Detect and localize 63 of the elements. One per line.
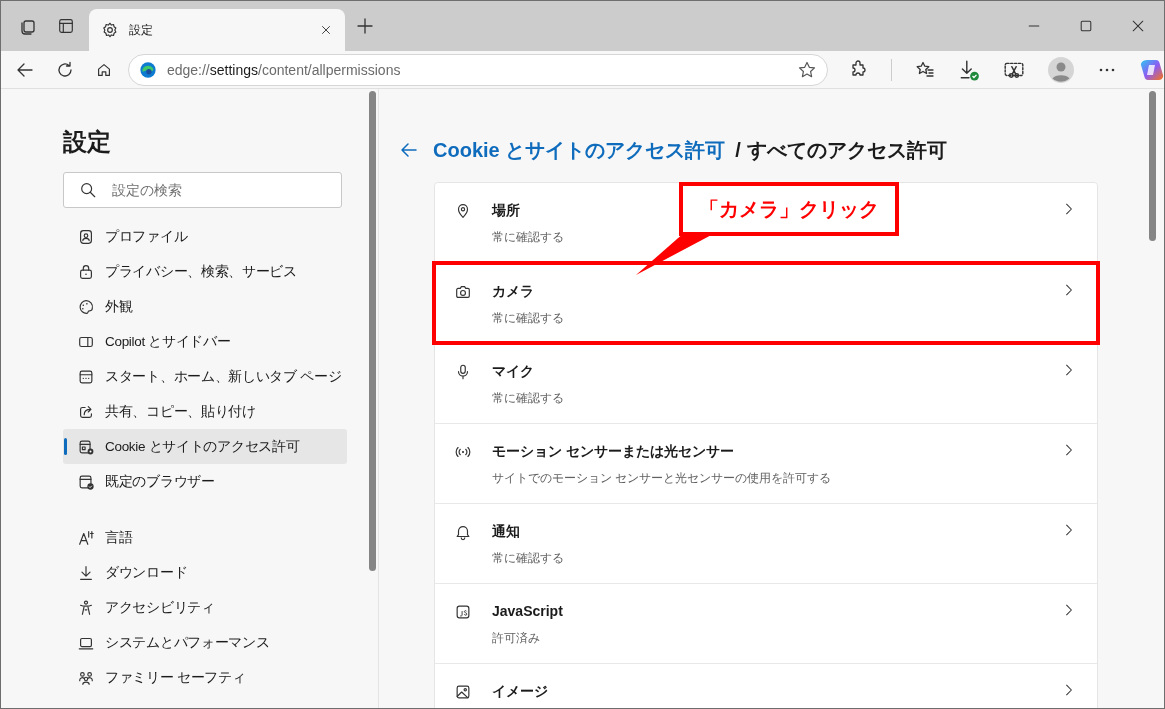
refresh-icon[interactable] bbox=[55, 59, 75, 80]
image-icon bbox=[454, 683, 472, 701]
sidebar-item[interactable]: 言語 bbox=[63, 520, 347, 555]
profile-avatar-icon[interactable] bbox=[1048, 56, 1074, 83]
sidebar-item[interactable]: ダウンロード bbox=[63, 555, 347, 590]
edge-logo-icon bbox=[138, 60, 157, 79]
callout-label: 「カメラ」クリック bbox=[679, 182, 899, 236]
vertical-tabs-icon[interactable] bbox=[57, 17, 75, 35]
permission-title: イメージ bbox=[492, 682, 548, 701]
sidebar-item[interactable]: ファミリー セーフティ bbox=[63, 660, 347, 695]
sidebar-item[interactable]: アクセシビリティ bbox=[63, 590, 347, 625]
bell-icon bbox=[454, 523, 472, 541]
permission-status: 常に確認する bbox=[492, 310, 564, 326]
scrollbar-thumb[interactable] bbox=[1149, 91, 1156, 241]
download-check-icon[interactable] bbox=[958, 58, 980, 81]
accessibility-icon bbox=[77, 598, 95, 617]
profile-icon bbox=[77, 227, 95, 246]
sidebar-item[interactable]: 外観 bbox=[63, 289, 347, 324]
permission-status: 常に確認する bbox=[492, 229, 564, 245]
permission-title: カメラ bbox=[492, 282, 534, 301]
search-field[interactable]: 設定の検索 bbox=[63, 172, 342, 208]
permission-status: 許可済み bbox=[492, 630, 540, 646]
download-icon bbox=[77, 563, 95, 582]
sidebar-item[interactable]: スタート、ホーム、新しいタブ ページ bbox=[63, 359, 347, 394]
browser-tab[interactable]: 設定 bbox=[89, 9, 345, 51]
javascript-icon bbox=[454, 603, 472, 621]
permission-title: モーション センサーまたは光センサー bbox=[492, 442, 734, 461]
camera-icon bbox=[454, 283, 472, 301]
page-title: すべてのアクセス許可 bbox=[746, 137, 947, 163]
language-icon bbox=[77, 528, 95, 547]
new-tab-icon[interactable] bbox=[355, 16, 375, 36]
permission-status: 常に確認する bbox=[492, 550, 564, 566]
search-icon bbox=[79, 181, 97, 199]
tab-close-icon[interactable] bbox=[319, 23, 333, 37]
sidebar-item[interactable]: 共有、コピー、貼り付け bbox=[63, 394, 347, 429]
sidebar-item[interactable]: プロファイル bbox=[63, 219, 347, 254]
sidebar-item[interactable]: Copilot とサイドバー bbox=[63, 324, 347, 359]
back-arrow-icon[interactable] bbox=[399, 140, 419, 160]
scrollbar-thumb[interactable] bbox=[369, 91, 376, 571]
copilot-logo-icon[interactable] bbox=[1140, 57, 1164, 82]
permission-row[interactable]: カメラ 常に確認する bbox=[435, 263, 1097, 343]
favorites-list-icon[interactable] bbox=[915, 59, 935, 80]
gear-icon bbox=[101, 21, 119, 39]
breadcrumb-link[interactable]: Cookie とサイトのアクセス許可 bbox=[433, 136, 726, 164]
maximize-icon[interactable] bbox=[1078, 18, 1094, 34]
settings-heading: 設定 bbox=[63, 127, 112, 157]
address-bar[interactable]: edge://settings/content/allpermissions bbox=[127, 53, 828, 86]
favorite-star-icon[interactable] bbox=[797, 59, 817, 80]
permission-title: JavaScript bbox=[492, 602, 563, 621]
sidebar-item[interactable]: Cookie とサイトのアクセス許可 bbox=[63, 429, 347, 464]
permission-title: マイク bbox=[492, 362, 534, 381]
permission-status: 常に確認する bbox=[492, 390, 564, 406]
url-text: edge://settings/content/allpermissions bbox=[166, 61, 402, 78]
sidebar-item[interactable]: プライバシー、検索、サービス bbox=[63, 254, 347, 289]
permission-title: 場所 bbox=[492, 201, 520, 220]
permission-title: 通知 bbox=[492, 522, 520, 541]
sidebar-item[interactable]: システムとパフォーマンス bbox=[63, 625, 347, 660]
sidebar-item[interactable]: 既定のブラウザー bbox=[63, 464, 347, 499]
breadcrumb-separator: / bbox=[735, 138, 741, 162]
lock-icon bbox=[77, 262, 95, 281]
permission-status: サイトでのモーション センサーと光センサーの使用を許可する bbox=[492, 470, 832, 486]
close-icon[interactable] bbox=[1130, 18, 1146, 34]
palette-icon bbox=[77, 297, 95, 316]
